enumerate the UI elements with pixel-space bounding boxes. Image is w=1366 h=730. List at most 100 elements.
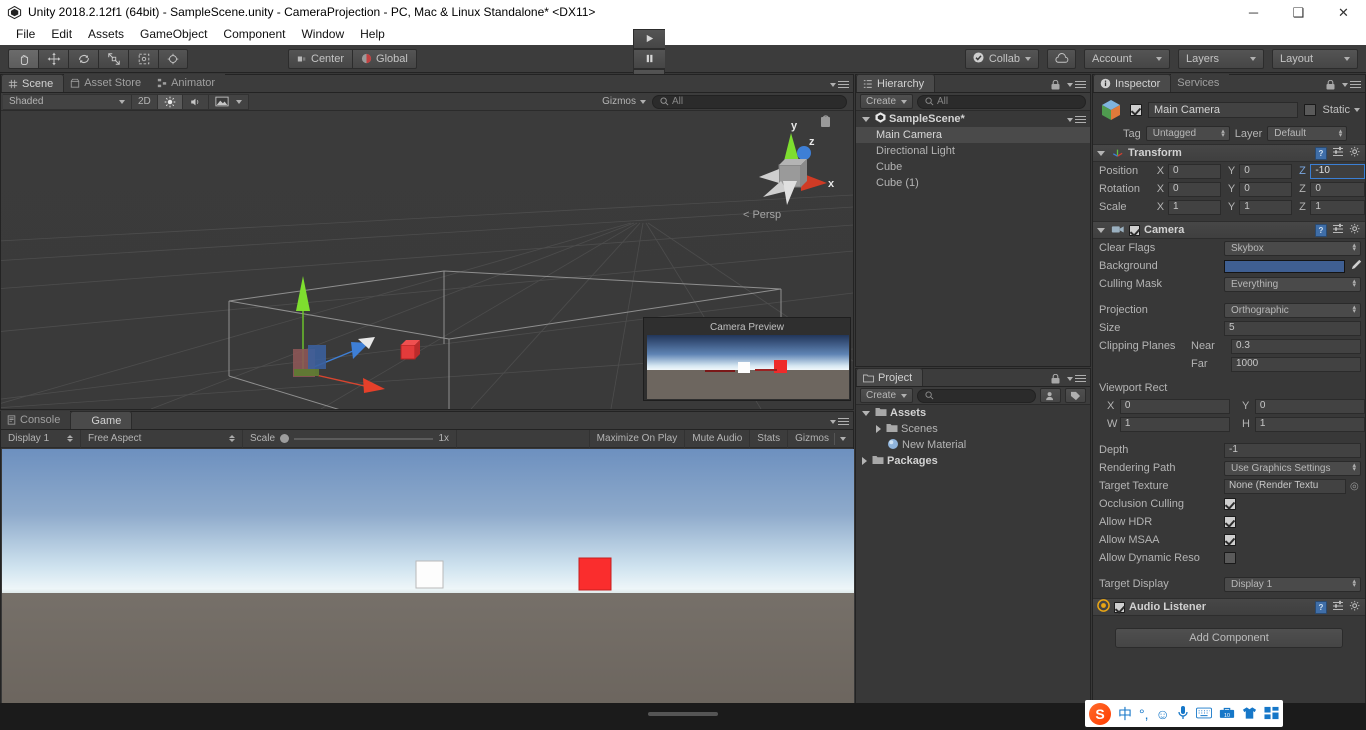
background-color-swatch[interactable] — [1224, 260, 1345, 273]
ime-emoji-icon[interactable]: ☺ — [1156, 707, 1170, 721]
clear-flags-dropdown[interactable]: Skybox ▴▾ — [1224, 241, 1361, 256]
eyedropper-icon[interactable] — [1350, 258, 1363, 274]
hierarchy-item-directional-light[interactable]: Directional Light — [856, 143, 1090, 159]
ime-voice-icon[interactable] — [1177, 705, 1189, 722]
target-texture-field[interactable]: None (Render Textu — [1224, 479, 1346, 494]
object-enabled-checkbox[interactable] — [1130, 104, 1142, 116]
chevron-right-icon[interactable] — [862, 457, 867, 465]
project-search-input[interactable] — [917, 389, 1036, 403]
preset-icon[interactable] — [1332, 223, 1344, 238]
ime-apps-icon[interactable] — [1264, 706, 1279, 722]
hierarchy-scene-root[interactable]: SampleScene* — [856, 111, 1090, 127]
layout-button[interactable]: Layout — [1272, 49, 1358, 69]
account-button[interactable]: Account — [1084, 49, 1170, 69]
chevron-down-icon[interactable] — [1097, 151, 1105, 156]
taskbar-handle[interactable] — [648, 712, 718, 716]
tag-dropdown[interactable]: Untagged ▴▾ — [1146, 126, 1230, 141]
static-toggle[interactable]: Static — [1322, 104, 1360, 116]
camera-component-header[interactable]: Camera ? — [1093, 221, 1365, 239]
scale-z-field[interactable]: 1 — [1310, 200, 1365, 215]
object-name-field[interactable]: Main Camera — [1148, 102, 1298, 118]
inspector-panel-menu-button[interactable] — [1326, 79, 1361, 90]
rendering-path-dropdown[interactable]: Use Graphics Settings ▴▾ — [1224, 461, 1361, 476]
preset-icon[interactable] — [1332, 600, 1344, 615]
tab-project[interactable]: Project — [856, 368, 923, 386]
far-field[interactable]: 1000 — [1231, 357, 1361, 372]
chevron-down-icon[interactable] — [862, 117, 870, 122]
chevron-down-icon[interactable] — [862, 411, 870, 416]
scene-lighting-toggle[interactable] — [157, 94, 182, 110]
play-button[interactable] — [633, 29, 665, 49]
target-display-dropdown[interactable]: Display 1 ▴▾ — [1224, 577, 1361, 592]
menu-edit[interactable]: Edit — [43, 24, 80, 45]
gear-icon[interactable] — [1349, 146, 1361, 161]
close-button[interactable]: ✕ — [1321, 0, 1366, 24]
hierarchy-panel-menu-button[interactable] — [1051, 79, 1086, 90]
scale-tool-icon[interactable] — [98, 49, 128, 69]
scale-y-field[interactable]: 1 — [1239, 200, 1292, 215]
project-filter-label-button[interactable] — [1065, 388, 1086, 403]
project-panel-menu-button[interactable] — [1051, 373, 1086, 384]
ime-chinese-icon[interactable]: 中 — [1118, 707, 1132, 721]
menu-help[interactable]: Help — [352, 24, 393, 45]
size-field[interactable]: 5 — [1224, 321, 1361, 336]
game-scale-slider[interactable]: Scale 1x — [243, 430, 457, 448]
rotation-y-field[interactable]: 0 — [1239, 182, 1292, 197]
scene-audio-toggle[interactable] — [182, 94, 208, 110]
pause-button[interactable] — [633, 49, 665, 69]
hierarchy-item-cube[interactable]: Cube — [856, 159, 1090, 175]
maximize-on-play-button[interactable]: Maximize On Play — [589, 430, 686, 448]
minimize-button[interactable]: ─ — [1231, 0, 1276, 24]
audio-listener-enabled-checkbox[interactable] — [1114, 602, 1125, 613]
pivot-rotation-button[interactable]: Global — [352, 49, 417, 69]
audio-listener-component-header[interactable]: Audio Listener ? — [1093, 598, 1365, 616]
tab-console[interactable]: Console — [1, 411, 70, 429]
game-aspect-dropdown[interactable]: Free Aspect — [81, 430, 243, 448]
tab-asset-store[interactable]: Asset Store — [64, 74, 151, 92]
tab-scene[interactable]: Scene — [1, 74, 64, 92]
move-tool-icon[interactable] — [38, 49, 68, 69]
ime-toolbox-icon[interactable]: 10 — [1219, 706, 1235, 721]
rotation-z-field[interactable]: 0 — [1310, 182, 1365, 197]
menu-file[interactable]: File — [8, 24, 43, 45]
mute-audio-button[interactable]: Mute Audio — [685, 430, 750, 448]
slider-track[interactable] — [294, 438, 433, 440]
hand-tool-icon[interactable] — [8, 49, 38, 69]
sogou-logo-icon[interactable]: S — [1089, 703, 1111, 725]
transform-tool-icon[interactable] — [158, 49, 188, 69]
near-field[interactable]: 0.3 — [1231, 339, 1361, 354]
help-icon[interactable]: ? — [1315, 147, 1327, 160]
preset-icon[interactable] — [1332, 146, 1344, 161]
gear-icon[interactable] — [1349, 223, 1361, 238]
slider-handle[interactable] — [280, 434, 289, 443]
help-icon[interactable]: ? — [1315, 601, 1327, 614]
viewport-h-field[interactable]: 1 — [1255, 417, 1365, 432]
tab-services[interactable]: Services — [1171, 74, 1229, 92]
hierarchy-item-cube-1[interactable]: Cube (1) — [856, 175, 1090, 191]
game-display-dropdown[interactable]: Display 1 — [1, 430, 81, 448]
pivot-mode-button[interactable]: Center — [288, 49, 352, 69]
scene-orientation-gizmo[interactable]: y z x < Pe — [749, 111, 841, 221]
game-viewport[interactable] — [2, 449, 854, 729]
viewport-w-field[interactable]: 1 — [1120, 417, 1230, 432]
project-item-scenes[interactable]: Scenes — [856, 421, 1090, 437]
allow-msaa-checkbox[interactable] — [1224, 534, 1236, 546]
culling-mask-dropdown[interactable]: Everything ▴▾ — [1224, 277, 1361, 292]
hierarchy-create-button[interactable]: Create — [860, 94, 913, 109]
position-z-field[interactable]: -10 — [1310, 164, 1365, 179]
scene-viewport[interactable]: y z x < Pe — [1, 111, 853, 409]
object-picker-icon[interactable]: ◎ — [1350, 481, 1359, 492]
lock-icon[interactable] — [1051, 374, 1060, 384]
project-item-new-material[interactable]: New Material — [856, 437, 1090, 453]
tab-hierarchy[interactable]: Hierarchy — [856, 74, 935, 92]
2d-toggle-button[interactable]: 2D — [131, 94, 157, 110]
tab-game[interactable]: Game — [70, 411, 132, 429]
scale-x-field[interactable]: 1 — [1168, 200, 1221, 215]
project-item-packages[interactable]: Packages — [856, 453, 1090, 469]
menu-component[interactable]: Component — [215, 24, 293, 45]
ime-punctuation-icon[interactable]: °, — [1139, 707, 1149, 721]
scene-fx-toggle[interactable] — [208, 94, 249, 110]
rotate-tool-icon[interactable] — [68, 49, 98, 69]
scene-search-input[interactable]: All — [652, 95, 847, 109]
tab-animator[interactable]: Animator — [151, 74, 225, 92]
